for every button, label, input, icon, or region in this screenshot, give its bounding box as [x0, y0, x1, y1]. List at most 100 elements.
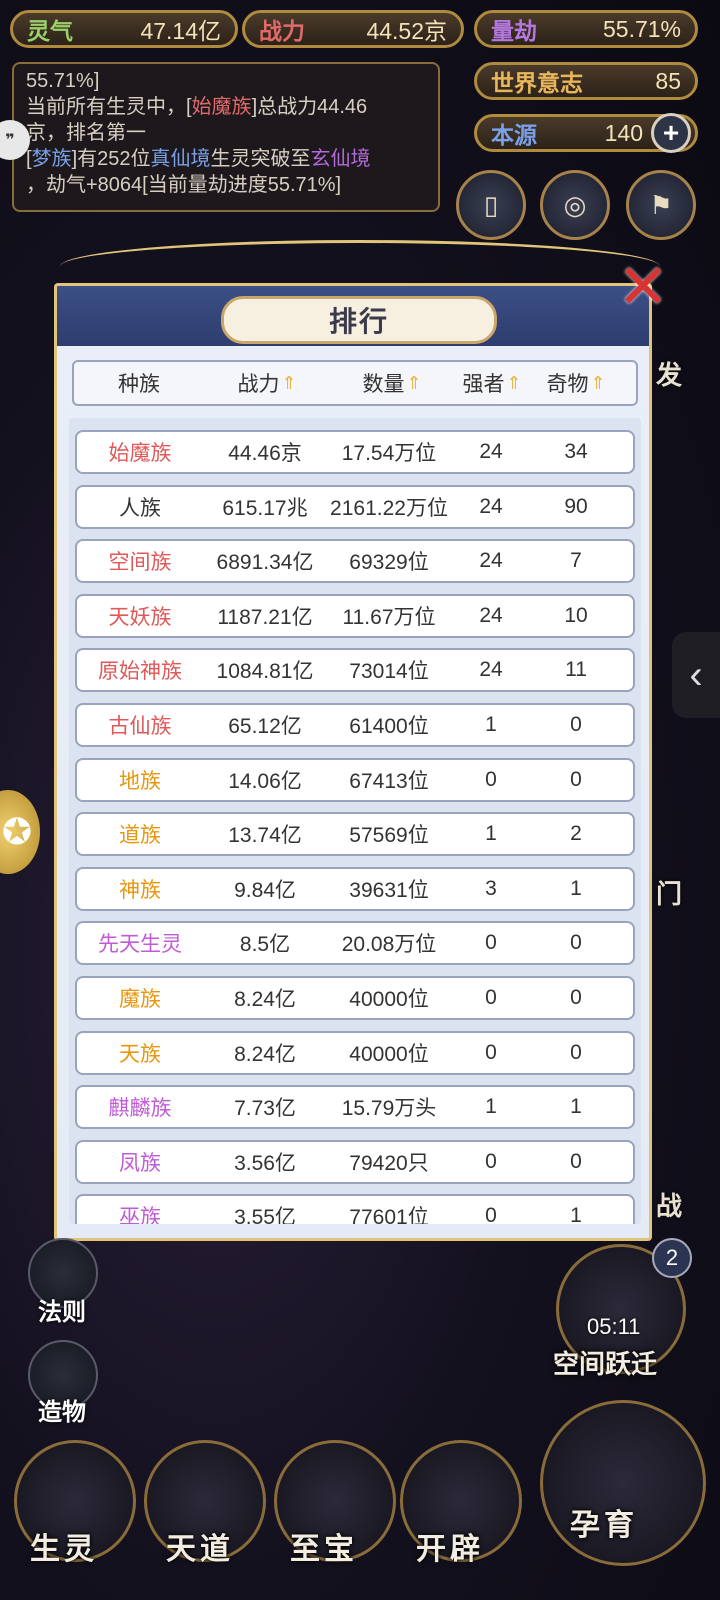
- treasure-cell: 1: [570, 1204, 582, 1224]
- strong-cell: 1: [485, 822, 497, 846]
- strong-cell: 0: [485, 1149, 497, 1173]
- nav-shengling[interactable]: 生灵: [30, 1524, 98, 1568]
- count-cell: 40000位: [349, 988, 429, 1011]
- count-cell: 73014位: [349, 660, 429, 684]
- zaowu-label[interactable]: 造物: [38, 1392, 86, 1427]
- table-row[interactable]: 巫族 3.55亿 77601位 0 1: [75, 1194, 635, 1224]
- table-row[interactable]: 神族 9.84亿 39631位 3 1: [75, 866, 635, 911]
- header-race: 种族: [118, 373, 160, 396]
- treasure-cell: 10: [564, 603, 588, 627]
- power-cell: 6891.34亿: [216, 551, 314, 575]
- strong-cell: 0: [485, 767, 497, 791]
- power-cell: 65.12亿: [228, 715, 302, 738]
- race-cell: 古仙族: [108, 715, 172, 738]
- count-cell: 15.79万头: [341, 1097, 437, 1121]
- strong-cell: 0: [485, 1204, 497, 1224]
- table-row[interactable]: 原始神族 1084.81亿 73014位 24 11: [75, 648, 635, 693]
- treasure-cell: 0: [570, 713, 582, 736]
- treasure-cell: 11: [565, 658, 587, 682]
- zhanli-value: 44.52京: [366, 18, 447, 44]
- count-cell: 77601位: [349, 1206, 429, 1224]
- zhanli-label: 战力: [259, 18, 305, 44]
- race-cell: 麒麟族: [108, 1097, 172, 1121]
- side-label-men[interactable]: 门: [656, 874, 682, 911]
- treasure-cell: 90: [564, 494, 588, 518]
- side-label-zhan[interactable]: 战: [656, 1186, 682, 1223]
- chevron-left-icon[interactable]: ‹: [672, 632, 720, 718]
- nav-tiandao[interactable]: 天道: [166, 1524, 234, 1568]
- power-cell: 9.84亿: [234, 878, 296, 902]
- table-row[interactable]: 人族 615.17兆 2161.22万位 24 90: [75, 484, 635, 529]
- notification-badge: 2: [652, 1238, 692, 1278]
- header-treasure[interactable]: 奇物 ⇑: [530, 368, 622, 398]
- nav-zhibao[interactable]: 至宝: [290, 1524, 358, 1568]
- power-cell: 8.24亿: [234, 988, 296, 1011]
- power-cell: 1084.81亿: [216, 660, 314, 684]
- strong-cell: 1: [485, 1095, 497, 1119]
- zhanli-stat: 战力 44.52京: [242, 10, 464, 48]
- sort-arrow-icon[interactable]: ⇑: [281, 373, 296, 394]
- log-line: [梦族]有252位真仙境生灵突破至玄仙境: [26, 148, 371, 170]
- strong-cell: 24: [479, 494, 503, 518]
- space-jump-label[interactable]: 空间跃迁: [553, 1344, 657, 1381]
- race-cell: 凤族: [119, 1151, 161, 1175]
- table-row[interactable]: 天妖族 1187.21亿 11.67万位 24 10: [75, 593, 635, 638]
- strong-cell: 1: [485, 713, 497, 736]
- lingqi-stat: 灵气 47.14亿: [10, 10, 238, 48]
- count-cell: 79420只: [349, 1151, 429, 1175]
- faze-label[interactable]: 法则: [38, 1292, 86, 1327]
- table-header: 种族 战力 ⇑ 数量 ⇑ 强者 ⇑ 奇物 ⇑: [72, 360, 638, 406]
- strong-cell: 24: [479, 549, 503, 573]
- strong-cell: 3: [485, 876, 497, 900]
- strong-cell: 24: [479, 658, 503, 682]
- power-cell: 13.74亿: [228, 824, 302, 848]
- race-cell: 神族: [119, 878, 161, 902]
- sort-arrow-icon[interactable]: ⇑: [406, 373, 421, 394]
- strong-cell: 0: [485, 986, 497, 1009]
- nav-kaipi[interactable]: 开辟: [416, 1524, 484, 1568]
- race-cell: 巫族: [119, 1206, 161, 1224]
- count-cell: 61400位: [349, 715, 429, 738]
- power-cell: 3.56亿: [234, 1151, 296, 1175]
- vortex-icon[interactable]: ◎: [540, 170, 610, 240]
- table-row[interactable]: 天族 8.24亿 40000位 0 0: [75, 1030, 635, 1075]
- message-log[interactable]: 55.71%] 当前所有生灵中，[始魔族]总战力44.46 京，排名第一 [梦族…: [12, 62, 440, 212]
- treasure-cell: 34: [564, 440, 588, 463]
- table-row[interactable]: 麒麟族 7.73亿 15.79万头 1 1: [75, 1085, 635, 1130]
- shijie-stat[interactable]: 世界意志 85: [474, 62, 698, 100]
- table-row[interactable]: 先天生灵 8.5亿 20.08万位 0 0: [75, 921, 635, 966]
- side-label-fa[interactable]: 发: [656, 355, 682, 392]
- table-row[interactable]: 古仙族 65.12亿 61400位 1 0: [75, 703, 635, 747]
- nav-yunyu[interactable]: 孕育: [570, 1500, 638, 1544]
- header-strong[interactable]: 强者 ⇑: [454, 368, 530, 398]
- table-row[interactable]: 道族 13.74亿 57569位 1 2: [75, 812, 635, 857]
- power-cell: 14.06亿: [228, 769, 302, 793]
- plus-icon[interactable]: +: [651, 113, 691, 153]
- strong-cell: 0: [485, 931, 497, 955]
- header-power[interactable]: 战力 ⇑: [204, 368, 330, 398]
- table-row[interactable]: 地族 14.06亿 67413位 0 0: [75, 757, 635, 802]
- liangjie-stat[interactable]: 量劫 55.71%: [474, 10, 698, 48]
- power-cell: 8.5亿: [239, 933, 291, 957]
- close-icon[interactable]: ✕: [613, 257, 673, 319]
- header-count[interactable]: 数量 ⇑: [330, 368, 454, 398]
- ranking-list[interactable]: 始魔族 44.46京 17.54万位 24 34 人族 615.17兆 2161.22万位 24…: [69, 418, 641, 1224]
- star-icon[interactable]: ✪: [0, 790, 40, 874]
- table-row[interactable]: 凤族 3.56亿 79420只 0 0: [75, 1139, 635, 1184]
- shijie-label: 世界意志: [491, 70, 583, 96]
- treasure-cell: 0: [570, 1149, 582, 1173]
- race-cell: 先天生灵: [98, 933, 182, 957]
- power-cell: 615.17兆: [222, 496, 308, 520]
- count-cell: 2161.22万位: [330, 496, 448, 520]
- log-line: 京，排名第一: [26, 122, 146, 144]
- card-icon[interactable]: ▯: [456, 170, 526, 240]
- count-cell: 39631位: [349, 878, 429, 902]
- lingqi-value: 47.14亿: [140, 18, 221, 44]
- race-cell: 魔族: [119, 988, 161, 1011]
- scroll-icon[interactable]: ⚑: [626, 170, 696, 240]
- table-row[interactable]: 始魔族 44.46京 17.54万位 24 34: [75, 430, 635, 474]
- sort-arrow-icon[interactable]: ⇑: [506, 373, 521, 394]
- sort-arrow-icon[interactable]: ⇑: [590, 373, 605, 394]
- table-row[interactable]: 空间族 6891.34亿 69329位 24 7: [75, 539, 635, 584]
- table-row[interactable]: 魔族 8.24亿 40000位 0 0: [75, 976, 635, 1020]
